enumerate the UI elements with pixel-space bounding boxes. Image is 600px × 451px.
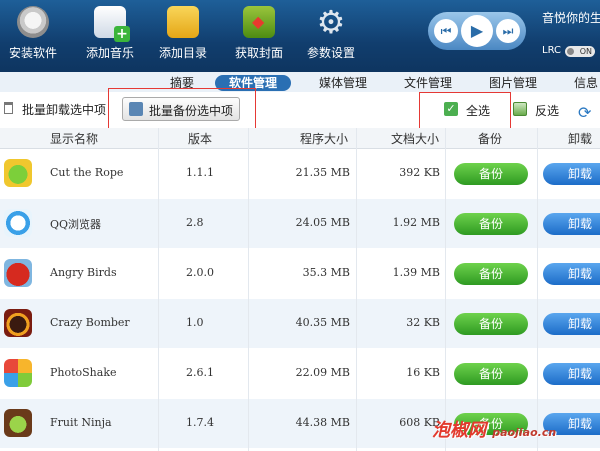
get-cover-button[interactable]: 获取封面 (226, 0, 292, 66)
column-divider (537, 128, 538, 451)
backup-button[interactable]: 备份 (454, 213, 528, 235)
tab-media[interactable]: 媒体管理 (319, 75, 367, 91)
header-app-size: 程序大小 (300, 132, 349, 146)
trash-icon (4, 102, 13, 114)
doc-size: 1.92 MB (392, 216, 440, 229)
watermark-url: paojiao.cn (492, 426, 557, 439)
backup-button[interactable]: 备份 (454, 363, 528, 385)
backup-button[interactable]: 备份 (454, 313, 528, 335)
app-name: Crazy Bomber (50, 316, 130, 329)
player-controls: ⏮ ▶ ⏭ (428, 12, 526, 50)
app-version: 2.6.1 (186, 366, 214, 379)
app-size: 40.35 MB (295, 316, 350, 329)
column-divider (445, 128, 446, 451)
uninstall-button[interactable]: 卸载 (543, 163, 600, 185)
settings-button[interactable]: ⚙ 参数设置 (298, 0, 364, 66)
header-doc-size: 文档大小 (391, 132, 440, 146)
app-version: 1.0 (186, 316, 204, 329)
uninstall-button[interactable]: 卸载 (543, 263, 600, 285)
cut-the-rope-icon (4, 159, 32, 187)
gear-icon: ⚙ (316, 3, 346, 41)
doc-size: 32 KB (406, 316, 440, 329)
app-version: 2.8 (186, 216, 204, 229)
play-icon[interactable]: ▶ (461, 15, 493, 47)
watermark-main: 泡椒网 (432, 420, 486, 441)
app-version: 2.0.0 (186, 266, 214, 279)
toolbar: 安装软件 添加音乐 添加目录 获取封面 ⚙ 参数设置 ⏮ ▶ ⏭ 音悦你的生 L… (0, 0, 600, 72)
header-name: 显示名称 (50, 132, 99, 146)
backup-button[interactable]: 备份 (454, 263, 528, 285)
tab-pictures[interactable]: 图片管理 (489, 75, 537, 91)
app-size: 35.3 MB (302, 266, 350, 279)
lrc-toggle[interactable]: ON (565, 46, 595, 57)
invert-selection-icon[interactable] (513, 102, 527, 116)
column-divider (356, 128, 357, 451)
invert-selection-button[interactable]: 反选 (535, 102, 559, 119)
doc-size: 1.39 MB (392, 266, 440, 279)
angry-birds-icon (4, 259, 32, 287)
table-row[interactable]: Angry Birds 2.0.0 35.3 MB 1.39 MB 备份 卸载 (0, 249, 600, 298)
add-music-label: 添加音乐 (85, 46, 134, 60)
app-name: Fruit Ninja (50, 416, 112, 429)
backup-button[interactable]: 备份 (454, 163, 528, 185)
install-software-label: 安装软件 (8, 46, 57, 60)
tab-bar: 摘要 软件管理 媒体管理 文件管理 图片管理 信息 (0, 72, 600, 92)
column-divider (158, 128, 159, 451)
lrc-label: LRC (542, 45, 562, 56)
cover-icon (243, 6, 275, 38)
app-name: Angry Birds (50, 266, 117, 279)
fruit-ninja-icon (4, 409, 32, 437)
table-row[interactable]: Crazy Bomber 1.0 40.35 MB 32 KB 备份 卸载 (0, 299, 600, 348)
add-music-button[interactable]: 添加音乐 (77, 0, 143, 66)
batch-uninstall-button[interactable]: 批量卸载选中项 (22, 101, 106, 118)
folder-icon (167, 6, 199, 38)
next-icon[interactable]: ⏭ (496, 19, 520, 43)
crazy-bomber-icon (4, 309, 32, 337)
app-name: PhotoShake (50, 366, 117, 379)
app-size: 44.38 MB (295, 416, 350, 429)
highlight-box-backup (108, 88, 256, 130)
now-playing-text: 音悦你的生 (542, 11, 600, 25)
tab-files[interactable]: 文件管理 (404, 75, 452, 91)
previous-icon[interactable]: ⏮ (434, 19, 458, 43)
app-version: 1.1.1 (186, 166, 214, 179)
photoshake-icon (4, 359, 32, 387)
uninstall-button[interactable]: 卸载 (543, 363, 600, 385)
header-version: 版本 (188, 132, 213, 146)
tab-info[interactable]: 信息 (574, 75, 598, 91)
app-version: 1.7.4 (186, 416, 214, 429)
table-header: 显示名称 版本 程序大小 文档大小 备份 卸载 (0, 128, 600, 149)
table-row[interactable]: Cut the Rope 1.1.1 21.35 MB 392 KB 备份 卸载 (0, 149, 600, 198)
install-software-button[interactable]: 安装软件 (0, 0, 66, 66)
header-uninstall: 卸载 (568, 132, 593, 146)
watermark: 泡椒网 paojiao.cn (432, 416, 556, 442)
header-backup: 备份 (478, 132, 503, 146)
highlight-box-select-all (419, 92, 511, 130)
doc-size: 392 KB (399, 166, 440, 179)
app-size: 21.35 MB (295, 166, 350, 179)
app-size: 24.05 MB (295, 216, 350, 229)
get-cover-label: 获取封面 (234, 46, 283, 60)
refresh-icon[interactable]: ⟳ (578, 103, 591, 122)
settings-label: 参数设置 (306, 46, 355, 60)
table-row[interactable]: QQ浏览器 2.8 24.05 MB 1.92 MB 备份 卸载 (0, 199, 600, 248)
disc-icon (17, 6, 49, 38)
app-name: Cut the Rope (50, 166, 124, 179)
qq-browser-icon (4, 209, 32, 237)
column-divider (248, 128, 249, 451)
add-music-icon (94, 6, 130, 42)
app-size: 22.09 MB (295, 366, 350, 379)
app-name: QQ浏览器 (50, 218, 102, 231)
uninstall-button[interactable]: 卸载 (543, 213, 600, 235)
add-directory-button[interactable]: 添加目录 (150, 0, 216, 66)
doc-size: 16 KB (406, 366, 440, 379)
uninstall-button[interactable]: 卸载 (543, 313, 600, 335)
add-directory-label: 添加目录 (158, 46, 207, 60)
table-row[interactable]: PhotoShake 2.6.1 22.09 MB 16 KB 备份 卸载 (0, 349, 600, 398)
